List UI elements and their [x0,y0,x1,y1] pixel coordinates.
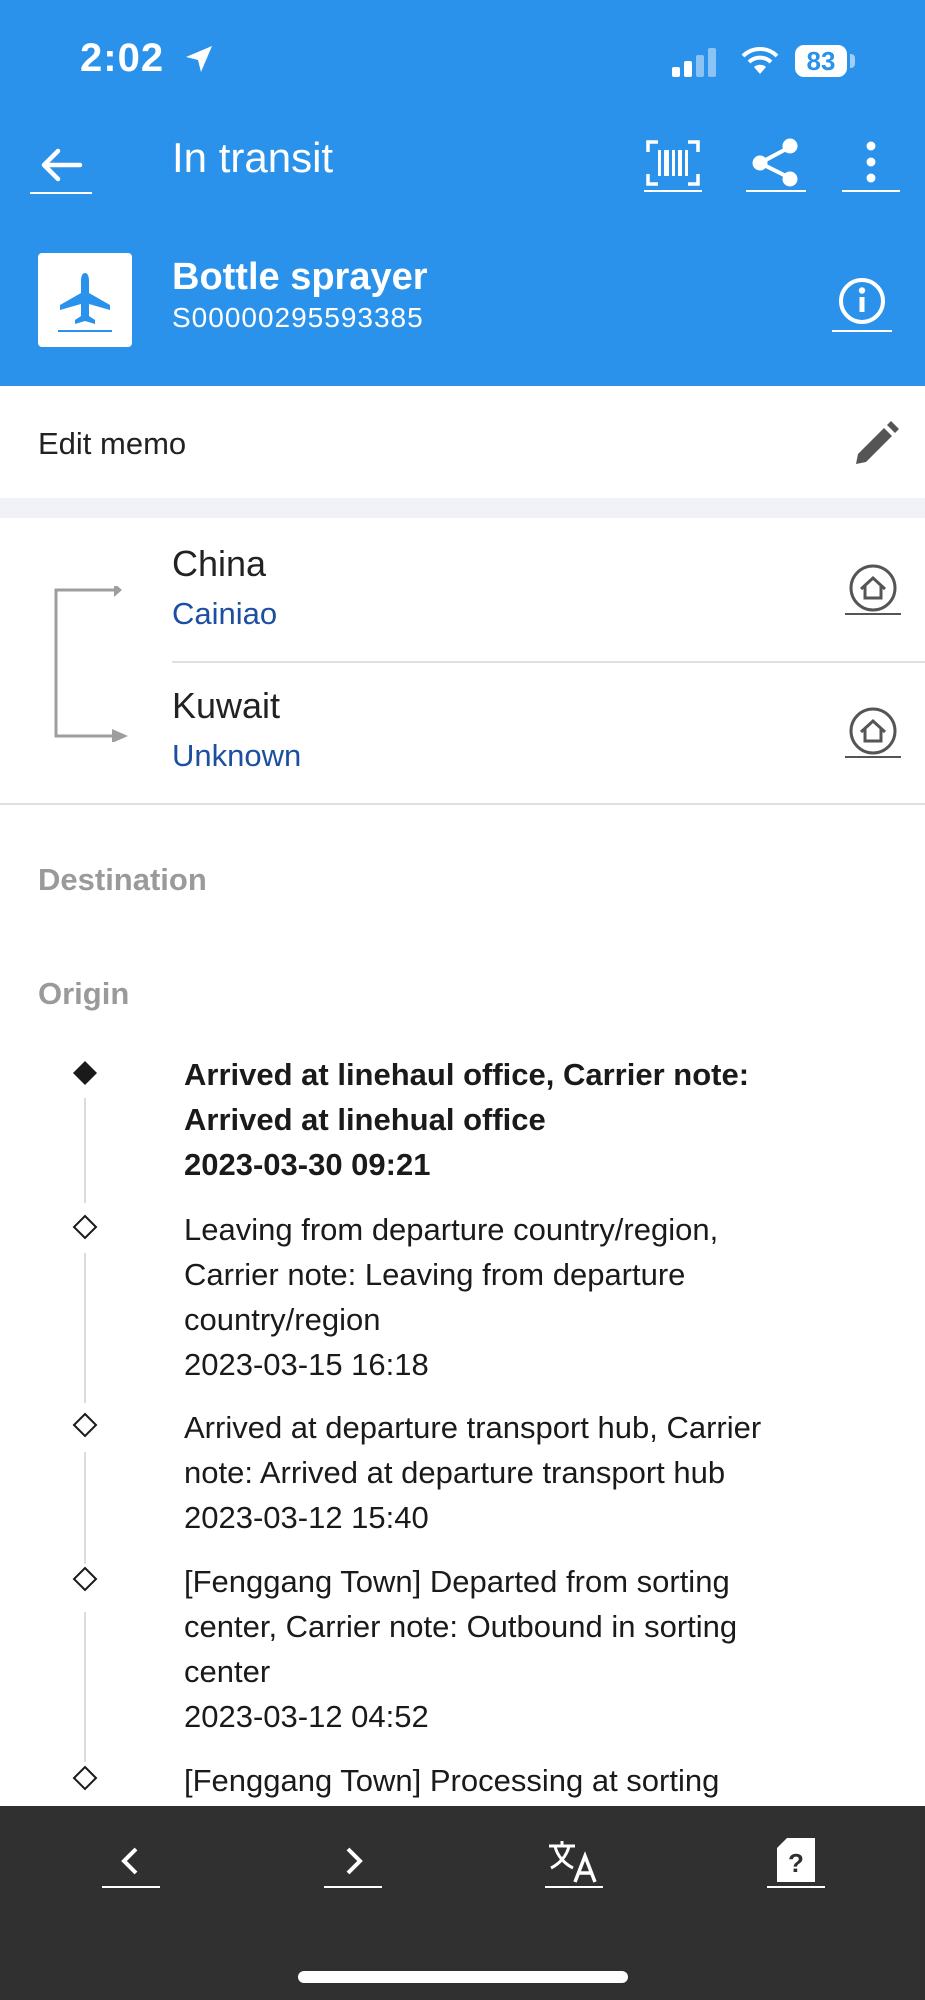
timeline-diamond-icon [72,1566,98,1592]
timeline-event: [Fenggang Town] Processing at sorting [184,1758,884,1803]
event-line: note: Arrived at departure transport hub [184,1455,726,1490]
home-icon [845,564,901,615]
event-line: center, Carrier note: Outbound in sortin… [184,1609,738,1644]
location-arrow-icon [186,46,212,72]
section-gap [0,498,925,518]
timeline-connector [84,1253,86,1403]
origin-carrier-home-button[interactable] [845,560,901,616]
barcode-button[interactable] [644,138,702,192]
event-line: country/region [184,1302,381,1337]
back-button[interactable] [30,140,92,194]
timeline-event: [Fenggang Town] Departed from sorting ce… [184,1559,884,1739]
more-vertical-icon [866,141,876,183]
next-button[interactable] [324,1836,382,1888]
airplane-icon [58,273,112,332]
cellular-signal-icon [672,48,716,77]
help-button[interactable]: ? [767,1836,825,1888]
timeline-diamond-icon [72,1214,98,1240]
svg-text:?: ? [788,1848,804,1878]
chevron-right-icon [346,1847,363,1875]
event-line: Arrived at linehual office [184,1102,546,1137]
event-line: Leaving from departure country/region, [184,1212,719,1247]
status-time: 2:02 [80,36,165,80]
home-icon [845,707,901,758]
barcode-icon [646,140,700,186]
destination-section-label: Destination [38,862,207,897]
timeline-event: Arrived at linehaul office, Carrier note… [184,1052,884,1187]
origin-country: China [172,543,267,584]
timeline-filled-diamond-icon [73,1061,97,1085]
event-line: Arrived at departure transport hub, Carr… [184,1410,762,1445]
timeline-event: Arrived at departure transport hub, Carr… [184,1405,884,1540]
route-bottom-divider [0,803,925,805]
arrow-left-icon [41,148,83,182]
info-icon [839,278,885,324]
origin-carrier[interactable]: Cainiao [172,596,277,632]
transport-mode-badge [38,253,132,347]
timeline-connector [84,1098,86,1203]
package-name: Bottle sprayer [172,256,428,298]
chevron-left-icon [121,1847,138,1875]
destination-carrier[interactable]: Unknown [172,738,301,774]
previous-button[interactable] [102,1836,160,1888]
event-line: [Fenggang Town] Processing at sorting [184,1763,720,1798]
event-line: Carrier note: Leaving from departure [184,1257,686,1292]
destination-carrier-home-button[interactable] [845,703,901,759]
battery-level: 83 [795,45,847,77]
help-icon: ? [777,1838,815,1882]
wifi-icon [741,46,779,74]
event-time: 2023-03-12 04:52 [184,1699,429,1734]
home-indicator [298,1971,628,1983]
battery-tip [850,54,855,68]
timeline-event: Leaving from departure country/region, C… [184,1207,884,1387]
destination-country: Kuwait [172,685,281,726]
origin-section-label: Origin [38,976,130,1011]
route-bracket-icon [54,586,128,742]
route-divider [172,661,925,663]
event-line: Arrived at linehaul office, Carrier note… [184,1057,750,1092]
timeline-diamond-icon [72,1765,98,1791]
event-line: center [184,1654,271,1689]
package-info-button[interactable] [832,274,892,332]
timeline-connector [84,1452,86,1564]
more-options-button[interactable] [842,136,900,192]
page-title: In transit [172,134,334,181]
translate-icon [549,1841,597,1883]
event-time: 2023-03-12 15:40 [184,1500,429,1535]
translate-button[interactable] [545,1836,603,1888]
timeline-diamond-icon [72,1412,98,1438]
share-icon [752,138,798,187]
pencil-icon [856,421,899,464]
event-time: 2023-03-15 16:18 [184,1347,429,1382]
timeline-connector [84,1612,86,1762]
edit-memo-button[interactable] [850,418,902,470]
tracking-number[interactable]: S00000295593385 [172,302,424,334]
share-button[interactable] [746,136,806,192]
event-time: 2023-03-30 09:21 [184,1147,431,1182]
edit-memo-label[interactable]: Edit memo [38,426,186,462]
event-line: [Fenggang Town] Departed from sorting [184,1564,730,1599]
